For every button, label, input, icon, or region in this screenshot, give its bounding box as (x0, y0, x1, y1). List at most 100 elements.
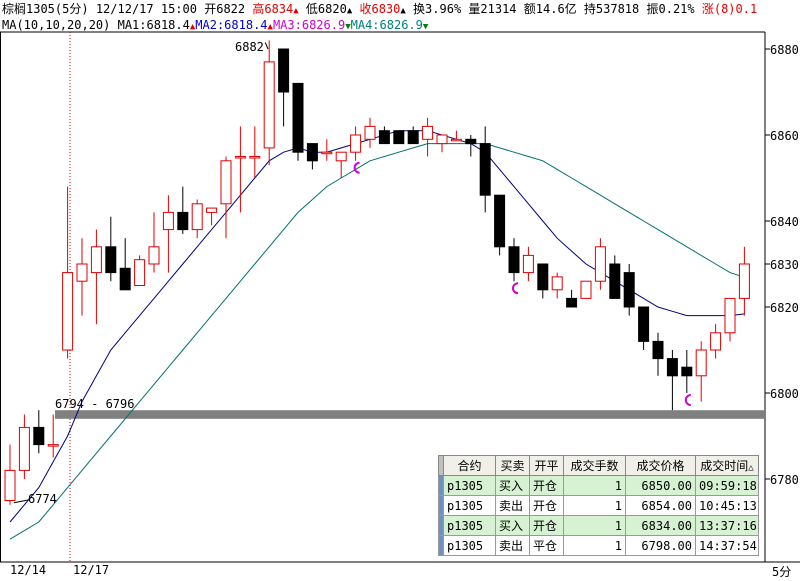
high-annotation: 6882 (235, 40, 264, 54)
cell-contract: p1305 (443, 475, 496, 496)
candle-body (177, 211, 189, 231)
date-tick-1214: 12/14 (10, 563, 47, 577)
cell-offset: 开仓 (529, 475, 564, 496)
support-band (55, 410, 765, 419)
candle-body (638, 306, 650, 342)
candle-body (407, 130, 419, 145)
price-tick-6880: 6880 (770, 43, 799, 57)
candle-body (278, 48, 290, 93)
candle-body (465, 138, 477, 145)
amount-label: 额14.6亿 (523, 2, 577, 16)
low-annotation: 6774 (28, 492, 57, 506)
candle-body (738, 263, 750, 299)
symbol-label: 棕榈1305 (2, 2, 55, 16)
cell-lots: 1 (563, 495, 626, 516)
period-footer: 5分 (772, 565, 792, 579)
column-header-price[interactable]: 成交价格 (625, 455, 696, 476)
ma4-value: MA4:6826.9 (350, 18, 423, 32)
price-tick-6800: 6800 (770, 387, 799, 401)
candle-body (594, 246, 606, 282)
candle-body (508, 246, 520, 274)
candle-body (695, 349, 707, 377)
trade-record-table[interactable]: 合约 买卖 开平 成交手数 成交价格 成交时间△ p1305 买入 开仓 1 6… (438, 455, 759, 556)
cell-price: 6854.00 (625, 495, 696, 516)
candle-body (306, 143, 318, 162)
cell-offset: 开仓 (529, 515, 564, 536)
table-row[interactable]: p1305 卖出 开仓 1 6854.00 10:45:13 (438, 495, 759, 516)
quote-header: 棕榈1305(5分) 12/12/17 15:00 开6822 高6834▲ 低… (2, 1, 757, 17)
open-label: 开6822 (204, 2, 246, 16)
ma-params: MA(10,10,20,20) (2, 18, 111, 32)
candle-body (623, 272, 635, 308)
candle-body (220, 160, 232, 205)
position-label: 持537818 (583, 2, 640, 16)
up-triangle-icon: ▲ (400, 6, 406, 16)
candle-body (90, 246, 102, 274)
column-header-offset[interactable]: 开平 (529, 455, 564, 476)
table-row[interactable]: p1305 卖出 平仓 1 6798.00 14:37:54 (438, 535, 759, 556)
candle-body (494, 194, 506, 248)
candle-body (162, 211, 174, 231)
ma1-value: MA1:6818.4 (117, 18, 190, 32)
candle-body (350, 134, 362, 153)
ma2-value: MA2:6818.4 (195, 18, 268, 32)
candle-body (537, 263, 549, 291)
column-header-side[interactable]: 买卖 (495, 455, 530, 476)
candle-body (4, 469, 16, 501)
cell-side: 卖出 (495, 535, 530, 556)
cell-lots: 1 (563, 535, 626, 556)
candle-body (364, 125, 376, 140)
candle-body (681, 366, 693, 377)
candle-body (33, 426, 45, 446)
candle-body (710, 332, 722, 351)
table-row[interactable]: p1305 买入 开仓 1 6834.00 13:37:16 (438, 515, 759, 536)
candle-body (479, 143, 491, 196)
candle-body (422, 125, 434, 140)
price-tick-6860: 6860 (770, 129, 799, 143)
price-tick-6780: 6780 (770, 473, 799, 487)
candle-body (566, 297, 578, 308)
cell-offset: 平仓 (529, 535, 564, 556)
candle-body (393, 130, 405, 145)
column-header-time-label: 成交时间 (700, 459, 749, 473)
column-header-time[interactable]: 成交时间△ (695, 455, 759, 476)
cell-price: 6850.00 (625, 475, 696, 496)
column-header-contract[interactable]: 合约 (443, 455, 496, 476)
ma3-value: MA3:6826.9 (272, 18, 346, 32)
cell-contract: p1305 (443, 495, 496, 516)
candle-body (148, 246, 160, 265)
candle-body (134, 259, 146, 287)
candle-body (580, 280, 592, 299)
amplitude-label: 振0.21% (646, 2, 695, 16)
up-triangle-icon: ▲ (346, 6, 353, 16)
candle-body (206, 207, 218, 213)
candle-body (263, 61, 275, 149)
date-tick-1217: 12/17 (73, 563, 110, 577)
price-tick-6820: 6820 (770, 301, 799, 315)
candle-body (522, 254, 534, 274)
cell-lots: 1 (563, 475, 626, 496)
cell-offset: 开仓 (529, 495, 564, 516)
column-header-lots[interactable]: 成交手数 (563, 455, 626, 476)
candle-body (76, 263, 88, 282)
datetime-label: 12/12/17 15:00 (95, 2, 197, 16)
cell-lots: 1 (563, 515, 626, 536)
candle-body (191, 203, 203, 231)
cell-time: 09:59:18 (695, 475, 759, 496)
candle-body (249, 156, 261, 159)
price-tick-6840: 6840 (770, 215, 799, 229)
cell-price: 6834.00 (625, 515, 696, 536)
ma-header: MA(10,10,20,20) MA1:6818.4▲MA2:6818.4▲MA… (2, 17, 428, 33)
up-triangle-icon: ▲ (293, 6, 299, 16)
table-row[interactable]: p1305 买入 开仓 1 6850.00 09:59:18 (438, 475, 759, 496)
candle-body (609, 263, 621, 299)
candle-body (234, 156, 246, 159)
cell-contract: p1305 (443, 515, 496, 536)
cell-side: 卖出 (495, 495, 530, 516)
candle-body (666, 358, 678, 377)
candle-body (450, 138, 462, 142)
candle-body (724, 297, 736, 334)
candle-body (652, 340, 664, 360)
down-triangle-icon: ▼ (422, 22, 429, 32)
candle-body (335, 151, 347, 162)
